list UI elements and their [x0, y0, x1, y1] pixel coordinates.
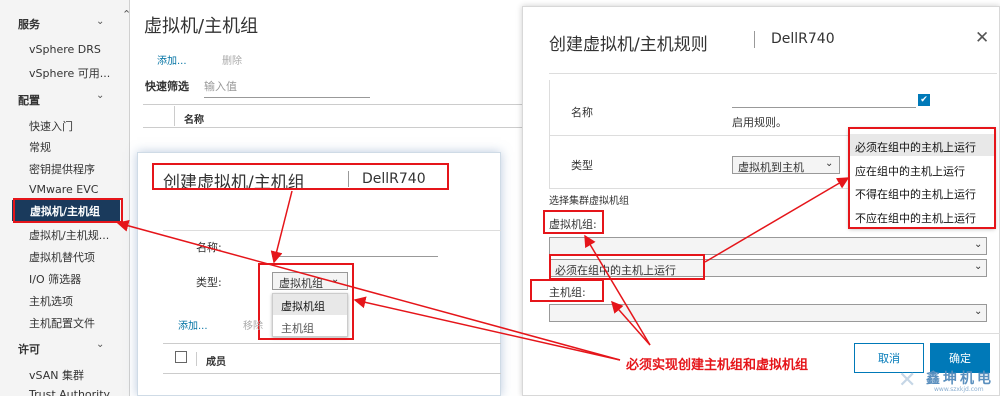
arrow-title-to-type — [270, 190, 293, 264]
arrow-to-sidebar — [116, 219, 621, 361]
annotation-arrows — [116, 177, 850, 361]
arrow-to-vm-group — [584, 234, 651, 346]
arrow-to-dropdown — [353, 296, 621, 361]
arrow-to-host-group — [611, 300, 651, 346]
arrow-to-rule-options — [704, 177, 850, 263]
